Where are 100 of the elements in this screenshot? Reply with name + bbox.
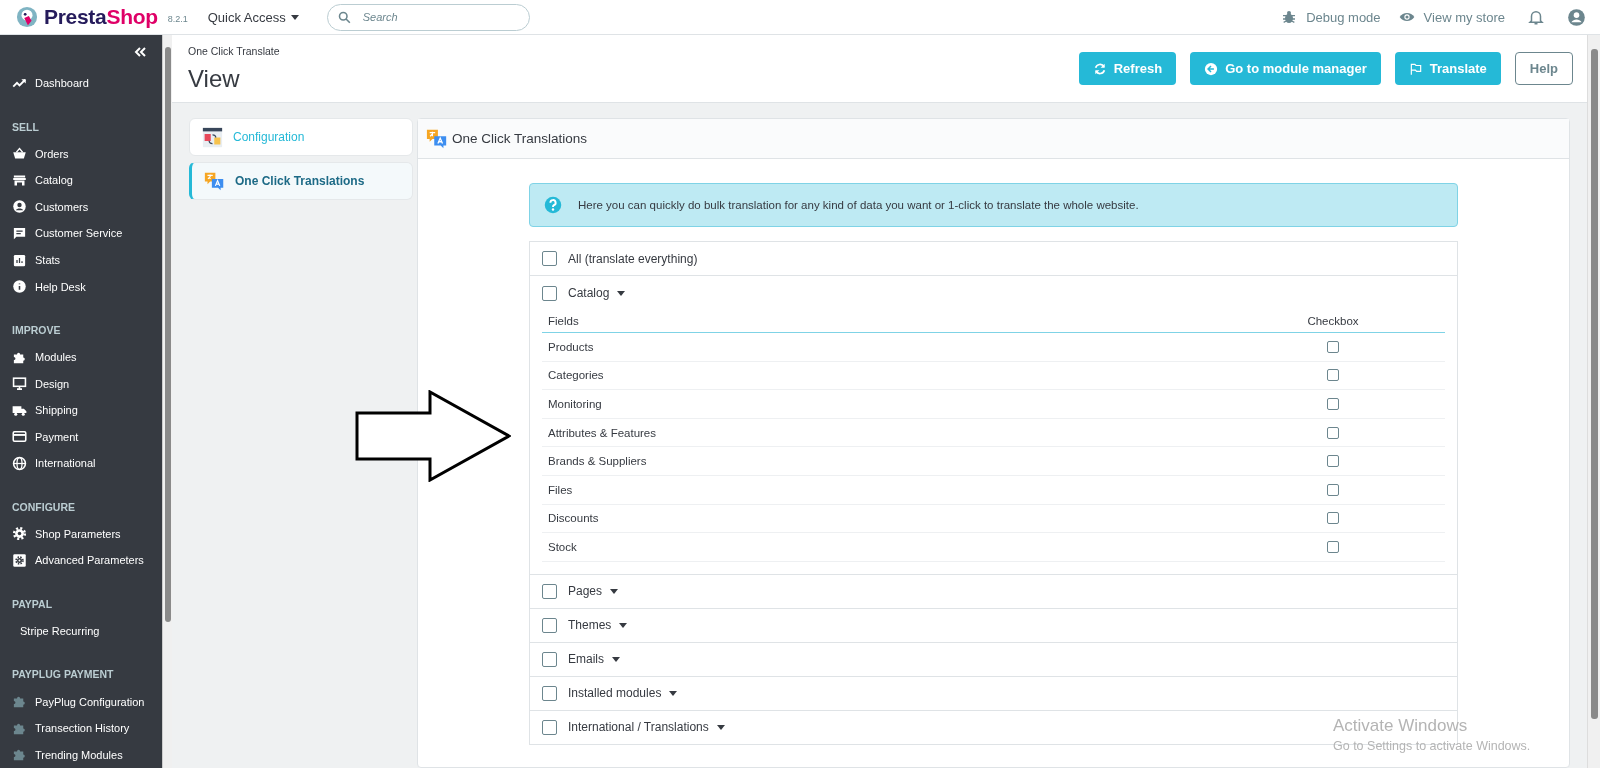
checkbox[interactable] bbox=[542, 719, 557, 735]
sidebar-item[interactable]: Shop Parameters bbox=[35, 527, 121, 540]
checkbox[interactable] bbox=[1327, 540, 1339, 553]
search-icon bbox=[336, 9, 352, 25]
sidebar-item[interactable]: Help Desk bbox=[35, 280, 86, 293]
sidebar-item[interactable]: Stats bbox=[35, 254, 61, 267]
notice-text: Go to Settings to activate Windows. bbox=[1333, 739, 1531, 753]
column-header: Checkbox bbox=[1306, 315, 1360, 327]
checkbox[interactable] bbox=[1327, 483, 1339, 496]
checkbox[interactable] bbox=[1327, 398, 1339, 410]
caret-icon bbox=[716, 724, 725, 730]
help-icon bbox=[544, 196, 562, 214]
table-cell-text: Brands & Suppliers bbox=[548, 455, 648, 468]
caret-icon bbox=[290, 14, 299, 20]
checkbox[interactable] bbox=[1327, 340, 1339, 353]
table-cell-text: Products bbox=[548, 340, 595, 353]
gear-icon bbox=[12, 526, 27, 542]
info-text: Here you can quickly do bulk translation for any kind of data you want or 1-click to translate the whole website. bbox=[578, 199, 1139, 211]
refresh-icon bbox=[1092, 61, 1107, 76]
account-icon bbox=[1567, 7, 1586, 27]
caret-icon bbox=[617, 290, 626, 296]
quick-access-menu[interactable]: Quick Access bbox=[207, 9, 299, 25]
monitor-icon bbox=[12, 376, 27, 392]
logo-icon bbox=[16, 6, 38, 28]
option-label: All (translate everything) bbox=[568, 251, 698, 266]
translate-icon bbox=[204, 170, 225, 192]
sidebar-item[interactable]: Trending Modules bbox=[35, 748, 123, 761]
table-cell-text: Categories bbox=[548, 369, 605, 382]
table-cell-text: Discounts bbox=[548, 512, 600, 525]
collapse-icon[interactable] bbox=[134, 47, 146, 58]
gear-icon bbox=[12, 552, 27, 568]
checkbox[interactable] bbox=[1327, 369, 1339, 382]
sidebar-item[interactable]: Customer Service bbox=[35, 227, 123, 240]
header-link[interactable]: View my store bbox=[1423, 9, 1505, 25]
sidebar-item[interactable]: PayPlug Configuration bbox=[35, 695, 145, 708]
sidebar-item[interactable]: Stripe Recurring bbox=[20, 625, 100, 637]
breadcrumb[interactable]: One Click Translate bbox=[188, 44, 1079, 57]
caret-icon bbox=[610, 588, 619, 594]
checkbox[interactable] bbox=[1327, 512, 1339, 525]
caret-icon bbox=[612, 656, 620, 662]
scrollbar[interactable] bbox=[162, 35, 172, 768]
globe-icon bbox=[12, 455, 27, 471]
dropdown-toggle[interactable]: Emails bbox=[568, 652, 620, 667]
info-icon bbox=[12, 279, 27, 295]
caret-icon bbox=[669, 690, 678, 696]
chat-icon bbox=[12, 225, 27, 241]
search-field[interactable]: Search bbox=[326, 3, 530, 31]
checkbox[interactable] bbox=[542, 251, 557, 266]
table-cell-text: Stock bbox=[548, 540, 578, 553]
sidebar-item[interactable]: Design bbox=[35, 377, 70, 390]
checkbox[interactable] bbox=[1327, 455, 1339, 468]
sidebar-item[interactable]: Advanced Parameters bbox=[35, 554, 144, 567]
checkbox[interactable] bbox=[1327, 426, 1339, 439]
scrollbar[interactable] bbox=[1587, 35, 1600, 768]
section-heading: CONFIGURE bbox=[11, 499, 76, 515]
panel-title: One Click Translations bbox=[452, 131, 588, 146]
section-heading: IMPROVE bbox=[11, 322, 62, 338]
puzzle-icon bbox=[12, 694, 27, 710]
flag-icon bbox=[1408, 61, 1423, 76]
tab[interactable]: One Click Translations bbox=[189, 162, 413, 200]
sidebar-item[interactable]: Catalog bbox=[35, 174, 73, 187]
bug-icon bbox=[1281, 9, 1298, 25]
dropdown-toggle[interactable]: International / Translations bbox=[568, 720, 725, 735]
sidebar-item[interactable]: Transection History bbox=[35, 722, 130, 735]
sidebar-item[interactable]: Customers bbox=[35, 200, 89, 213]
checkbox[interactable] bbox=[542, 651, 557, 667]
bell-icon bbox=[1527, 8, 1545, 26]
dropdown-toggle[interactable]: Pages bbox=[568, 584, 619, 599]
caret-icon bbox=[619, 622, 628, 628]
checkbox[interactable] bbox=[542, 285, 557, 301]
sidebar-item[interactable]: Modules bbox=[35, 351, 77, 364]
column-header: Fields bbox=[548, 315, 580, 327]
sidebar-item[interactable]: Orders bbox=[35, 147, 69, 160]
logo-text[interactable]: PrestaShop bbox=[44, 5, 158, 29]
checkbox[interactable] bbox=[542, 583, 557, 599]
chart-icon bbox=[12, 252, 27, 268]
dropdown-toggle[interactable]: Catalog bbox=[568, 286, 626, 300]
basket-icon bbox=[12, 146, 27, 162]
sidebar-item[interactable]: International bbox=[35, 457, 96, 470]
dropdown-toggle[interactable]: Themes bbox=[568, 618, 628, 633]
page-title: View bbox=[188, 64, 241, 93]
person-icon bbox=[12, 199, 27, 215]
toolbar-button[interactable]: Help bbox=[1514, 52, 1573, 85]
sidebar-item[interactable]: Shipping bbox=[35, 404, 78, 417]
version-label: 8.2.1 bbox=[167, 14, 188, 24]
checkbox[interactable] bbox=[542, 617, 557, 633]
table-cell-text: Attributes & Features bbox=[548, 426, 658, 439]
card-icon bbox=[12, 429, 27, 445]
header-link[interactable]: Debug mode bbox=[1306, 9, 1381, 25]
table-cell-text: Monitoring bbox=[548, 398, 603, 410]
section-heading: PAYPLUG PAYMENT bbox=[11, 667, 115, 683]
translate-icon bbox=[426, 127, 448, 150]
sidebar-item[interactable]: Payment bbox=[35, 430, 79, 443]
section-heading: SELL bbox=[11, 119, 40, 135]
sidebar-item[interactable]: Dashboard bbox=[35, 77, 89, 90]
dropdown-toggle[interactable]: Installed modules bbox=[568, 686, 678, 701]
puzzle-icon bbox=[12, 747, 27, 763]
notice-title: Activate Windows bbox=[1333, 716, 1469, 736]
section-heading: PAYPAL bbox=[11, 596, 54, 612]
checkbox[interactable] bbox=[542, 685, 557, 701]
